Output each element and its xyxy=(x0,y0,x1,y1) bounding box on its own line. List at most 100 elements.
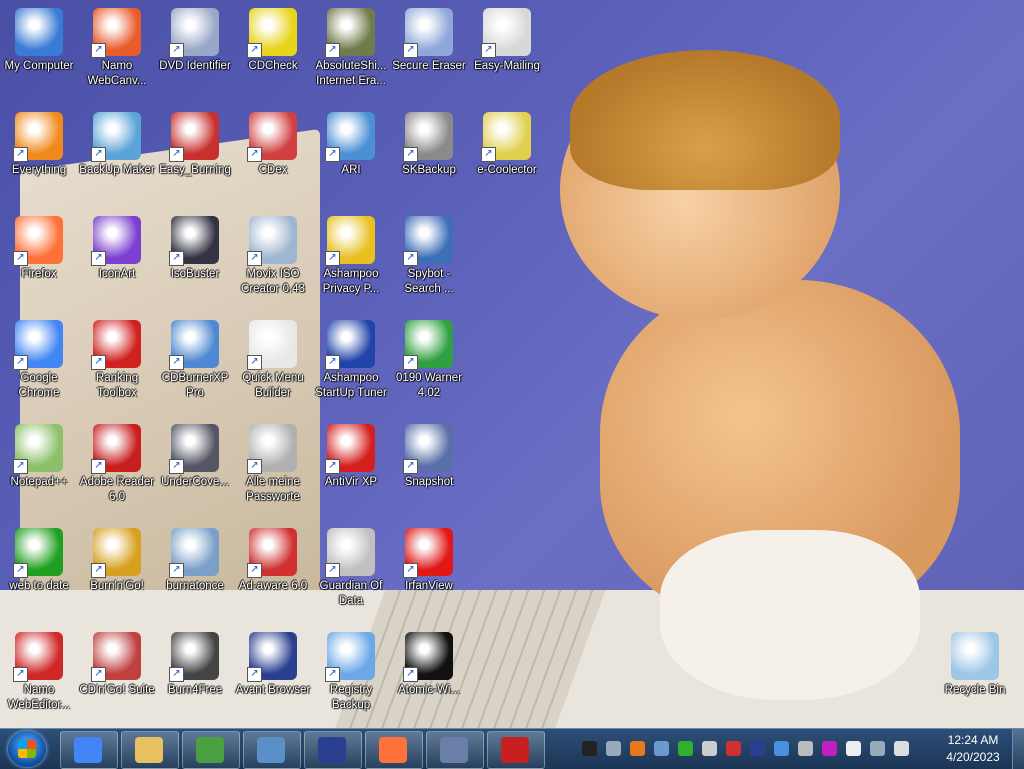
desktop-shortcut[interactable]: ↗ Guardian Of Data xyxy=(312,528,390,609)
tray-shield-icon[interactable] xyxy=(582,741,597,756)
taskbar-button[interactable] xyxy=(487,731,545,769)
desktop-shortcut[interactable]: My Computer xyxy=(0,8,78,74)
desktop-shortcut[interactable]: ↗ IsoBuster xyxy=(156,216,234,282)
desktop-shortcut[interactable]: ↗ IconArt xyxy=(78,216,156,282)
show-desktop-button[interactable] xyxy=(1012,729,1024,769)
desktop-shortcut[interactable]: ↗ SKBackup xyxy=(390,112,468,178)
desktop-shortcut[interactable]: Recycle Bin xyxy=(936,632,1014,698)
shortcut-arrow-icon: ↗ xyxy=(169,251,184,266)
desktop-shortcut[interactable]: ↗ Firefox xyxy=(0,216,78,282)
taskbar-button[interactable] xyxy=(243,731,301,769)
desktop-shortcut[interactable]: ↗ Quick Menu Builder xyxy=(234,320,312,401)
tray-stop-icon[interactable] xyxy=(726,741,741,756)
taskbar-button[interactable] xyxy=(426,731,484,769)
start-button[interactable] xyxy=(8,731,46,767)
taskbar-button[interactable] xyxy=(365,731,423,769)
desktop-shortcut[interactable]: ↗ CDBurnerXP Pro xyxy=(156,320,234,401)
cd-check-icon: ↗ xyxy=(247,8,297,58)
desktop-shortcut-label: Adobe Reader 6.0 xyxy=(79,476,155,503)
desktop-shortcut-label: ARI xyxy=(341,164,361,176)
monitor-app-icon xyxy=(501,737,529,763)
desktop-shortcut[interactable]: ↗ Ashampoo StartUp Tuner xyxy=(312,320,390,401)
desktop-shortcut[interactable]: ↗ Ashampoo Privacy P... xyxy=(312,216,390,297)
desktop-shortcut[interactable]: ↗ CDex xyxy=(234,112,312,178)
desktop-shortcut[interactable]: ↗ Namo WebCanv... xyxy=(78,8,156,89)
desktop-shortcut[interactable]: ↗ e-Coolector xyxy=(468,112,546,178)
tray-search-icon[interactable] xyxy=(630,741,645,756)
shortcut-arrow-icon: ↗ xyxy=(91,459,106,474)
tray-printer-icon[interactable] xyxy=(606,741,621,756)
desktop-shortcut-label: e-Coolector xyxy=(477,164,537,176)
taskbar-clock[interactable]: 12:24 AM 4/20/2023 xyxy=(940,732,1006,766)
firefox-icon: ↗ xyxy=(13,216,63,266)
desktop-shortcut-label: Burn'n'Go! xyxy=(90,580,144,592)
tray-umbrella-icon[interactable] xyxy=(822,741,837,756)
computer-icon xyxy=(15,8,63,56)
taskbar-button[interactable] xyxy=(304,731,362,769)
desktop-shortcut[interactable]: ↗ Spybot - Search ... xyxy=(390,216,468,297)
desktop-shortcut[interactable]: ↗ Easy_Burning xyxy=(156,112,234,178)
shortcut-arrow-icon: ↗ xyxy=(91,251,106,266)
shortcut-arrow-icon: ↗ xyxy=(403,667,418,682)
desktop-shortcut[interactable]: ↗ Namo WebEditor... xyxy=(0,632,78,713)
desktop-shortcut[interactable]: ↗ 0190 Warner 4.02 xyxy=(390,320,468,401)
desktop-shortcut[interactable]: ↗ IrfanView xyxy=(390,528,468,594)
desktop-shortcut[interactable]: ↗ Alle meine Passworte xyxy=(234,424,312,505)
tray-monitor-icon[interactable] xyxy=(870,741,885,756)
desktop-shortcut[interactable]: ↗ Everything xyxy=(0,112,78,178)
desktop-shortcut[interactable]: ↗ Notepad++ xyxy=(0,424,78,490)
desktop-shortcut[interactable]: ↗ Avant Browser xyxy=(234,632,312,698)
desktop-shortcut-label: Quick Menu Builder xyxy=(242,372,304,399)
desktop-shortcut[interactable]: ↗ Ranking Toolbox xyxy=(78,320,156,401)
tray-gear-icon[interactable] xyxy=(798,741,813,756)
desktop-shortcut-label: IconArt xyxy=(98,268,136,280)
tray-avant-icon[interactable] xyxy=(750,741,765,756)
desktop-shortcut[interactable]: ↗ Registry Backup xyxy=(312,632,390,713)
taskbar-button[interactable] xyxy=(121,731,179,769)
tray-network-icon[interactable] xyxy=(654,741,669,756)
irfan-icon: ↗ xyxy=(403,528,453,578)
desktop-shortcut[interactable]: ↗ web to date xyxy=(0,528,78,594)
shortcut-arrow-icon: ↗ xyxy=(403,355,418,370)
tray-drive-icon[interactable] xyxy=(702,741,717,756)
desktop-shortcut[interactable]: ↗ Ad-aware 6.0 xyxy=(234,528,312,594)
desktop-shortcut[interactable]: ↗ UnderCove... xyxy=(156,424,234,490)
desktop-shortcut[interactable]: ↗ BackUp Maker xyxy=(78,112,156,178)
desktop-shortcut-label: CDBurnerXP Pro xyxy=(161,372,229,399)
desktop-shortcut[interactable]: ↗ AntiVir XP xyxy=(312,424,390,490)
desktop-shortcut[interactable]: ↗ burnatonce xyxy=(156,528,234,594)
taskbar-button[interactable] xyxy=(182,731,240,769)
desktop-shortcut-label: Avant Browser xyxy=(235,684,311,696)
desktop-shortcut[interactable]: ↗ Movix ISO Creator 0.43 xyxy=(234,216,312,297)
mail-icon: ↗ xyxy=(481,8,531,58)
avant-icon xyxy=(318,737,346,763)
tray-dropbox-icon[interactable] xyxy=(774,741,789,756)
desktop-shortcut-label: web to date xyxy=(9,580,69,592)
tray-green-icon[interactable] xyxy=(678,741,693,756)
taskbar-button[interactable] xyxy=(60,731,118,769)
adobe-icon: ↗ xyxy=(91,424,141,474)
desktop-shortcut[interactable]: ↗ CD'n'Go! Suite xyxy=(78,632,156,698)
desktop-shortcut[interactable]: ↗ AbsoluteShi... Internet Era... xyxy=(312,8,390,89)
shortcut-arrow-icon: ↗ xyxy=(169,147,184,162)
shortcut-arrow-icon: ↗ xyxy=(325,355,340,370)
desktop-shortcut[interactable]: ↗ Google Chrome xyxy=(0,320,78,401)
spybot-icon: ↗ xyxy=(403,216,453,266)
shortcut-arrow-icon: ↗ xyxy=(325,147,340,162)
desktop-shortcut[interactable]: ↗ Burn4Free xyxy=(156,632,234,698)
desktop-shortcut[interactable]: ↗ CDCheck xyxy=(234,8,312,74)
desktop-shortcut[interactable]: ↗ ARI xyxy=(312,112,390,178)
shortcut-arrow-icon: ↗ xyxy=(481,43,496,58)
desktop-shortcut[interactable]: ↗ Secure Eraser xyxy=(390,8,468,74)
desktop-shortcut[interactable]: ↗ DVD Identifier xyxy=(156,8,234,74)
shortcut-arrow-icon: ↗ xyxy=(13,667,28,682)
desktop-shortcut[interactable]: ↗ Easy-Mailing xyxy=(468,8,546,74)
desktop-shortcut[interactable]: ↗ Snapshot xyxy=(390,424,468,490)
tray-flag-icon[interactable] xyxy=(846,741,861,756)
tray-volume-muted-icon[interactable] xyxy=(894,741,909,756)
windows-start-icon xyxy=(18,740,36,758)
desktop-shortcut[interactable]: ↗ Atomic-Wi... xyxy=(390,632,468,698)
desktop-shortcut[interactable]: ↗ Adobe Reader 6.0 xyxy=(78,424,156,505)
desktop-shortcut[interactable]: ↗ Burn'n'Go! xyxy=(78,528,156,594)
taskbar: 12:24 AM 4/20/2023 xyxy=(0,728,1024,769)
